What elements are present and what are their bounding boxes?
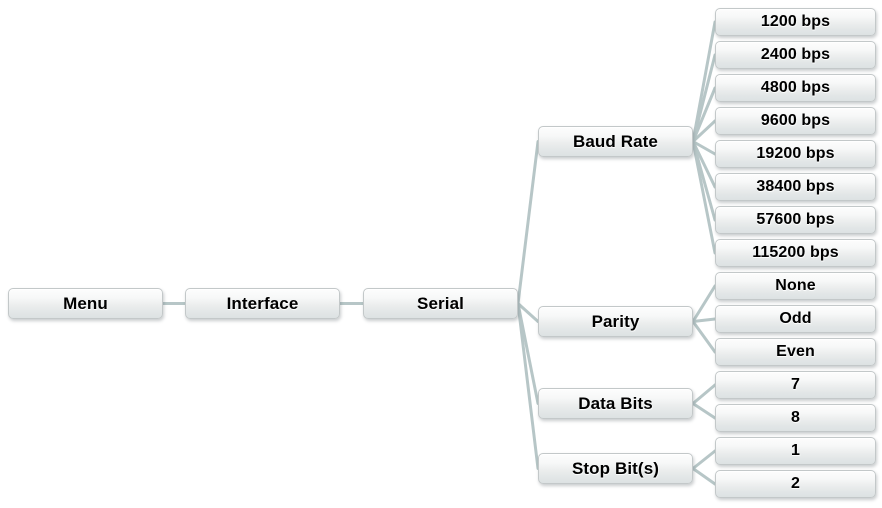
node-option-baud-rate-19200-bps[interactable]: 19200 bps <box>715 140 876 168</box>
connector-serial-baud-rate <box>516 140 540 305</box>
node-option-stop-bit-s-1[interactable]: 1 <box>715 437 876 465</box>
connector-stop-bit-s-1 <box>691 449 717 470</box>
node-stop-bit-s[interactable]: Stop Bit(s) <box>538 453 693 484</box>
node-serial[interactable]: Serial <box>363 288 518 319</box>
node-option-parity-none-label: None <box>775 277 816 294</box>
connector-parity-even <box>691 320 717 354</box>
node-option-baud-rate-115200-bps[interactable]: 115200 bps <box>715 239 876 267</box>
connector-serial-stop-bit-s <box>516 302 540 470</box>
node-option-baud-rate-4800-bps[interactable]: 4800 bps <box>715 74 876 102</box>
connector-parity-odd <box>691 317 717 323</box>
connector-baud-rate-1200-bps <box>691 20 717 143</box>
node-option-baud-rate-1200-bps-label: 1200 bps <box>760 13 831 30</box>
node-option-baud-rate-1200-bps[interactable]: 1200 bps <box>715 8 876 36</box>
connector-baud-rate-115200-bps <box>691 140 717 255</box>
connector-parity-none <box>691 284 717 323</box>
node-parity[interactable]: Parity <box>538 306 693 337</box>
node-option-parity-odd[interactable]: Odd <box>715 305 876 333</box>
node-stop-bit-s-label: Stop Bit(s) <box>571 458 660 478</box>
node-option-parity-none[interactable]: None <box>715 272 876 300</box>
node-option-baud-rate-2400-bps[interactable]: 2400 bps <box>715 41 876 69</box>
connector-baud-rate-4800-bps <box>691 86 717 143</box>
node-menu[interactable]: Menu <box>8 288 163 319</box>
node-baud-rate[interactable]: Baud Rate <box>538 126 693 157</box>
node-option-parity-even[interactable]: Even <box>715 338 876 366</box>
node-option-baud-rate-57600-bps[interactable]: 57600 bps <box>715 206 876 234</box>
node-option-stop-bit-s-1-label: 1 <box>791 442 800 459</box>
node-data-bits[interactable]: Data Bits <box>538 388 693 419</box>
connector-serial-data-bits <box>516 302 540 405</box>
menu-tree-diagram: Menu Interface Serial Baud Rate 1200 bps 2400… <box>0 0 882 508</box>
connector-serial-parity <box>516 302 540 323</box>
connector-baud-rate-38400-bps <box>691 140 717 189</box>
node-option-baud-rate-38400-bps[interactable]: 38400 bps <box>715 173 876 201</box>
node-option-baud-rate-9600-bps-label: 9600 bps <box>760 112 831 129</box>
connector-baud-rate-19200-bps <box>691 140 717 156</box>
node-option-data-bits-7[interactable]: 7 <box>715 371 876 399</box>
node-option-baud-rate-4800-bps-label: 4800 bps <box>760 79 831 96</box>
node-option-parity-odd-label: Odd <box>779 310 812 327</box>
node-interface[interactable]: Interface <box>185 288 340 319</box>
node-menu-label: Menu <box>63 293 108 313</box>
connector-baud-rate-57600-bps <box>691 140 717 222</box>
connector-stop-bit-s-2 <box>691 467 717 486</box>
connector-data-bits-7 <box>691 383 717 405</box>
node-serial-label: Serial <box>417 293 464 313</box>
node-option-baud-rate-57600-bps-label: 57600 bps <box>756 211 835 228</box>
node-data-bits-label: Data Bits <box>578 393 653 413</box>
node-option-data-bits-7-label: 7 <box>791 376 800 393</box>
node-option-baud-rate-2400-bps-label: 2400 bps <box>760 46 831 63</box>
connector-baud-rate-9600-bps <box>691 119 717 143</box>
node-option-stop-bit-s-2-label: 2 <box>791 475 800 492</box>
connector-data-bits-8 <box>691 402 717 420</box>
node-option-parity-even-label: Even <box>776 343 815 360</box>
node-option-stop-bit-s-2[interactable]: 2 <box>715 470 876 498</box>
node-parity-label: Parity <box>591 311 640 331</box>
node-baud-rate-label: Baud Rate <box>573 131 658 151</box>
node-option-baud-rate-9600-bps[interactable]: 9600 bps <box>715 107 876 135</box>
node-option-data-bits-8[interactable]: 8 <box>715 404 876 432</box>
node-option-baud-rate-19200-bps-label: 19200 bps <box>756 145 835 162</box>
node-option-baud-rate-115200-bps-label: 115200 bps <box>752 244 839 261</box>
connector-baud-rate-2400-bps <box>691 53 717 143</box>
node-option-baud-rate-38400-bps-label: 38400 bps <box>756 178 835 195</box>
node-option-data-bits-8-label: 8 <box>791 409 800 426</box>
node-interface-label: Interface <box>226 293 299 313</box>
